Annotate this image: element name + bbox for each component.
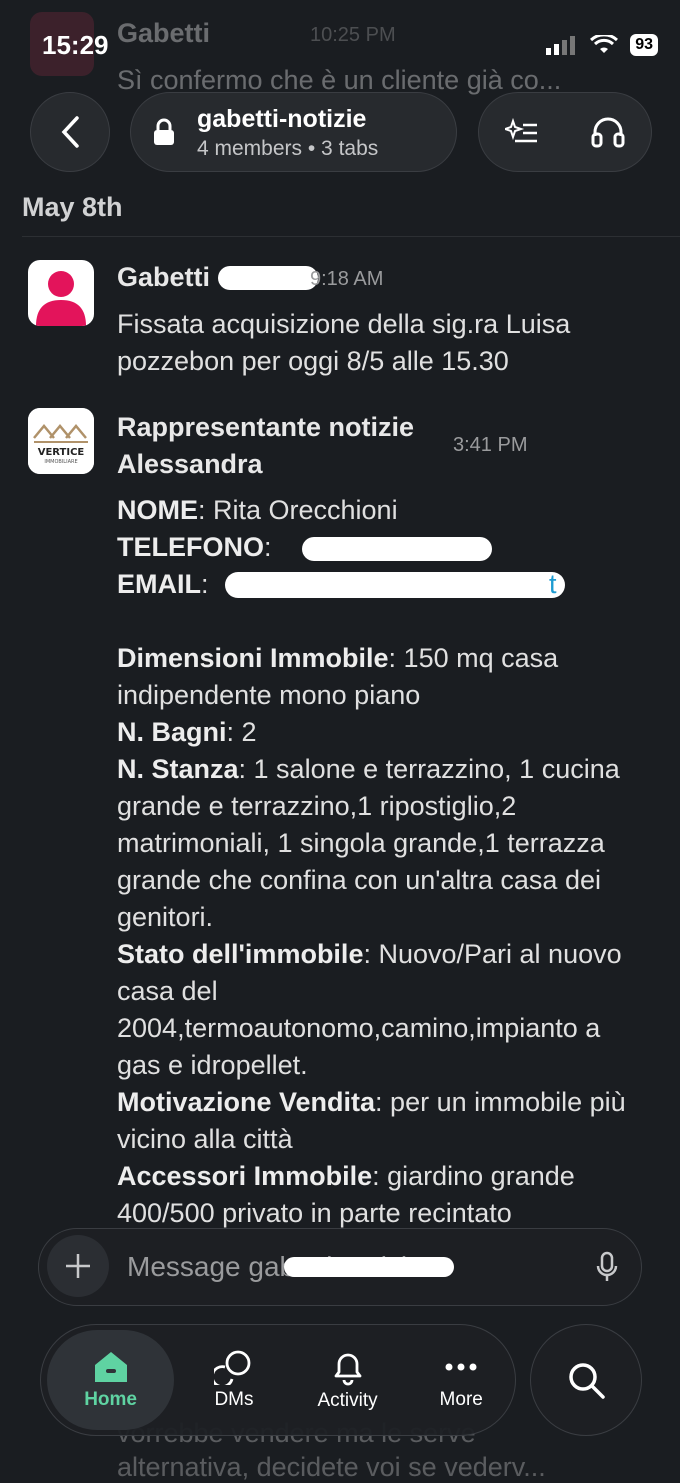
message-text: NOME: Rita Orecchioni TELEFONO: EMAIL: t… [117, 492, 647, 1232]
more-icon [445, 1363, 477, 1371]
avatar[interactable] [28, 260, 94, 326]
field-stato: Stato dell'immobile: Nuovo/Pari al nuovo… [117, 939, 622, 1080]
redaction [218, 266, 318, 290]
message-author[interactable]: Rappresentante notizie [117, 412, 414, 443]
message-time: 9:18 AM [310, 268, 384, 290]
channel-title: gabetti-notizie [197, 105, 367, 133]
battery-icon: 93 [630, 34, 658, 56]
field-motivazione: Motivazione Vendita: per un immobile più… [117, 1087, 626, 1154]
nav-label: DMs [214, 1389, 254, 1410]
plus-icon [66, 1254, 90, 1278]
wifi-icon [590, 35, 619, 53]
nav-home[interactable]: Home [47, 1330, 175, 1430]
field-stanza: N. Stanza: 1 salone e terrazzino, 1 cuci… [117, 754, 620, 932]
redaction [225, 572, 565, 598]
message-composer[interactable]: Message gabetti-notizie [38, 1228, 642, 1306]
header-actions [478, 92, 652, 172]
headphones-icon[interactable] [591, 116, 625, 148]
channel-header[interactable]: gabetti-notizie 4 members • 3 tabs [130, 92, 457, 172]
date-header: May 8th [22, 192, 123, 222]
dms-icon [213, 1350, 251, 1385]
signal-icon [546, 36, 576, 55]
nav-label: More [439, 1389, 483, 1410]
redaction [284, 1257, 454, 1277]
chevron-left-icon [61, 116, 79, 148]
search-icon [569, 1363, 605, 1399]
field-dimensioni: Dimensioni Immobile: 150 mq casa indipen… [117, 643, 559, 710]
avatar[interactable]: VERTICE IMMOBILIARE [28, 408, 94, 474]
add-attachment-button[interactable] [47, 1235, 109, 1297]
back-button[interactable] [30, 92, 110, 172]
bell-icon [334, 1353, 361, 1386]
nav-more[interactable]: More [407, 1330, 515, 1430]
message-author-line2[interactable]: Alessandra [117, 449, 263, 480]
search-button[interactable] [530, 1324, 642, 1436]
status-time: 15:29 [42, 30, 109, 60]
message-author: Gabetti [117, 18, 211, 48]
nav-label: Activity [317, 1390, 378, 1411]
vertice-logo-icon: VERTICE IMMOBILIARE [28, 408, 94, 474]
bottom-nav: Home DMs Activity More [40, 1324, 516, 1436]
status-icons: 93 [546, 34, 658, 56]
email-link[interactable]: t [549, 566, 557, 603]
microphone-icon[interactable] [595, 1251, 619, 1283]
message-time: 3:41 PM [453, 434, 528, 456]
field-telefono: TELEFONO: [117, 529, 647, 566]
nav-activity[interactable]: Activity [294, 1330, 402, 1430]
divider [22, 236, 680, 237]
field-accessori: Accessori Immobile: giardino grande 400/… [117, 1161, 575, 1228]
field-bagni: N. Bagni: 2 [117, 717, 257, 747]
lock-icon [154, 118, 174, 145]
message-time: 10:25 PM [310, 24, 396, 46]
svg-text:IMMOBILIARE: IMMOBILIARE [44, 459, 77, 465]
message-text: Fissata acquisizione della sig.ra Luisa … [117, 309, 571, 376]
field-email: EMAIL: t [117, 566, 647, 603]
svg-text:VERTICE: VERTICE [38, 447, 85, 458]
redaction [302, 537, 492, 561]
behind-text: alternativa, decidete voi se vederv... [117, 1452, 546, 1482]
field-nome: NOME: Rita Orecchioni [117, 495, 398, 525]
channel-subtitle: 4 members • 3 tabs [197, 137, 379, 160]
nav-label: Home [84, 1389, 137, 1410]
person-icon [36, 271, 86, 326]
nav-dms[interactable]: DMs [180, 1330, 288, 1430]
home-icon [94, 1352, 127, 1382]
ai-summary-icon[interactable] [505, 117, 539, 147]
message-author[interactable]: Gabetti [117, 262, 210, 293]
